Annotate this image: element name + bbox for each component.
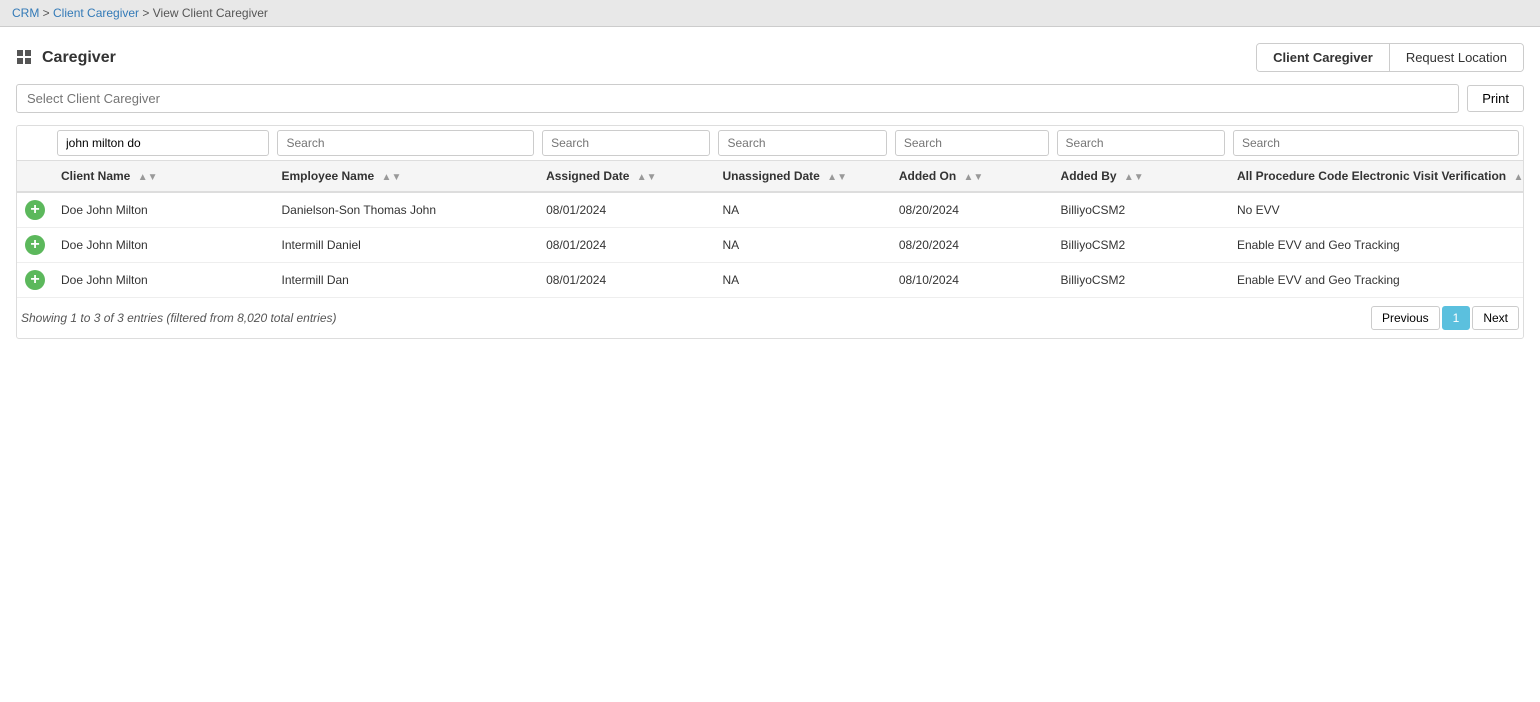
sort-addedby-icon: ▲▼	[1124, 172, 1144, 183]
prev-button[interactable]: Previous	[1371, 306, 1440, 330]
col-header-evv[interactable]: All Procedure Code Electronic Visit Veri…	[1229, 161, 1523, 193]
sort-employee-icon: ▲▼	[382, 172, 402, 183]
col-header-client-name[interactable]: Client Name ▲▼	[53, 161, 273, 193]
next-button[interactable]: Next	[1472, 306, 1519, 330]
cell-employee_name: Danielson-Son Thomas John	[273, 192, 538, 228]
row-action-cell: +	[17, 192, 53, 228]
table-row: + Doe John MiltonIntermill Daniel08/01/20…	[17, 228, 1523, 263]
row-action-cell: +	[17, 263, 53, 298]
select-client-caregiver-input[interactable]	[16, 84, 1459, 113]
col-header-added-by[interactable]: Added By ▲▼	[1053, 161, 1229, 193]
search-employee-input[interactable]	[277, 130, 534, 156]
breadcrumb-crm[interactable]: CRM	[12, 6, 39, 20]
cell-added_by: BilliyoCSM2	[1053, 263, 1229, 298]
tab-client-caregiver[interactable]: Client Caregiver	[1257, 44, 1390, 71]
breadcrumb-client-caregiver[interactable]: Client Caregiver	[53, 6, 139, 20]
search-employee-cell	[273, 126, 538, 161]
cell-client_name: Doe John Milton	[53, 192, 273, 228]
table-footer: Showing 1 to 3 of 3 entries (filtered fr…	[17, 298, 1523, 338]
cell-evv: No EVV	[1229, 192, 1523, 228]
tab-buttons: Client Caregiver Request Location	[1256, 43, 1524, 72]
cell-unassigned_date: NA	[714, 228, 890, 263]
search-evv-cell	[1229, 126, 1523, 161]
col-header-added-on[interactable]: Added On ▲▼	[891, 161, 1053, 193]
summary-text: Showing 1 to 3 of 3 entries (filtered fr…	[21, 311, 337, 325]
cell-assigned_date: 08/01/2024	[538, 192, 714, 228]
add-row-button[interactable]: +	[25, 270, 45, 290]
cell-employee_name: Intermill Dan	[273, 263, 538, 298]
pagination: Previous 1 Next	[1371, 306, 1519, 330]
search-row	[17, 126, 1523, 161]
search-assigned-cell	[538, 126, 714, 161]
cell-added_by: BilliyoCSM2	[1053, 228, 1229, 263]
header-row: Client Name ▲▼ Employee Name ▲▼ Assigned…	[17, 161, 1523, 193]
sort-assigned-icon: ▲▼	[637, 172, 657, 183]
print-button[interactable]: Print	[1467, 85, 1524, 112]
sort-evv-icon: ▲▼	[1513, 172, 1524, 183]
grid-icon	[16, 49, 34, 67]
sort-addedon-icon: ▲▼	[964, 172, 984, 183]
page-1-button[interactable]: 1	[1442, 306, 1471, 330]
search-unassigned-input[interactable]	[718, 130, 886, 156]
sort-client-icon: ▲▼	[138, 172, 158, 183]
col-header-assigned-date[interactable]: Assigned Date ▲▼	[538, 161, 714, 193]
table-row: + Doe John MiltonIntermill Dan08/01/2024N…	[17, 263, 1523, 298]
cell-added_on: 08/20/2024	[891, 192, 1053, 228]
sort-unassigned-icon: ▲▼	[827, 172, 847, 183]
search-addedby-cell	[1053, 126, 1229, 161]
cell-added_by: BilliyoCSM2	[1053, 192, 1229, 228]
cell-evv: Enable EVV and Geo Tracking	[1229, 228, 1523, 263]
cell-added_on: 08/20/2024	[891, 228, 1053, 263]
search-addedon-cell	[891, 126, 1053, 161]
page-header: Caregiver Client Caregiver Request Locat…	[16, 43, 1524, 72]
breadcrumb-current: View Client Caregiver	[153, 6, 268, 20]
cell-employee_name: Intermill Daniel	[273, 228, 538, 263]
table-row: + Doe John MiltonDanielson-Son Thomas Joh…	[17, 192, 1523, 228]
search-assigned-input[interactable]	[542, 130, 710, 156]
cell-unassigned_date: NA	[714, 192, 890, 228]
search-addedby-input[interactable]	[1057, 130, 1225, 156]
page-title: Caregiver	[16, 49, 116, 67]
cell-client_name: Doe John Milton	[53, 263, 273, 298]
search-evv-input[interactable]	[1233, 130, 1519, 156]
cell-evv: Enable EVV and Geo Tracking	[1229, 263, 1523, 298]
cell-added_on: 08/10/2024	[891, 263, 1053, 298]
table-body: + Doe John MiltonDanielson-Son Thomas Joh…	[17, 192, 1523, 298]
breadcrumb: CRM > Client Caregiver > View Client Car…	[0, 0, 1540, 27]
select-row: Print	[16, 84, 1524, 113]
row-action-cell: +	[17, 228, 53, 263]
search-addedon-input[interactable]	[895, 130, 1049, 156]
data-table: Client Name ▲▼ Employee Name ▲▼ Assigned…	[17, 126, 1523, 298]
add-row-button[interactable]: +	[25, 235, 45, 255]
table-wrapper: Client Name ▲▼ Employee Name ▲▼ Assigned…	[16, 125, 1524, 339]
cell-assigned_date: 08/01/2024	[538, 228, 714, 263]
title-text: Caregiver	[42, 49, 116, 67]
main-content: Caregiver Client Caregiver Request Locat…	[0, 27, 1540, 355]
col-header-employee-name[interactable]: Employee Name ▲▼	[273, 161, 538, 193]
col-header-action	[17, 161, 53, 193]
cell-unassigned_date: NA	[714, 263, 890, 298]
search-client-cell	[53, 126, 273, 161]
cell-client_name: Doe John Milton	[53, 228, 273, 263]
search-client-input[interactable]	[57, 130, 269, 156]
cell-assigned_date: 08/01/2024	[538, 263, 714, 298]
col-header-unassigned-date[interactable]: Unassigned Date ▲▼	[714, 161, 890, 193]
search-unassigned-cell	[714, 126, 890, 161]
add-row-button[interactable]: +	[25, 200, 45, 220]
search-action-cell	[17, 126, 53, 161]
tab-request-location[interactable]: Request Location	[1390, 44, 1523, 71]
